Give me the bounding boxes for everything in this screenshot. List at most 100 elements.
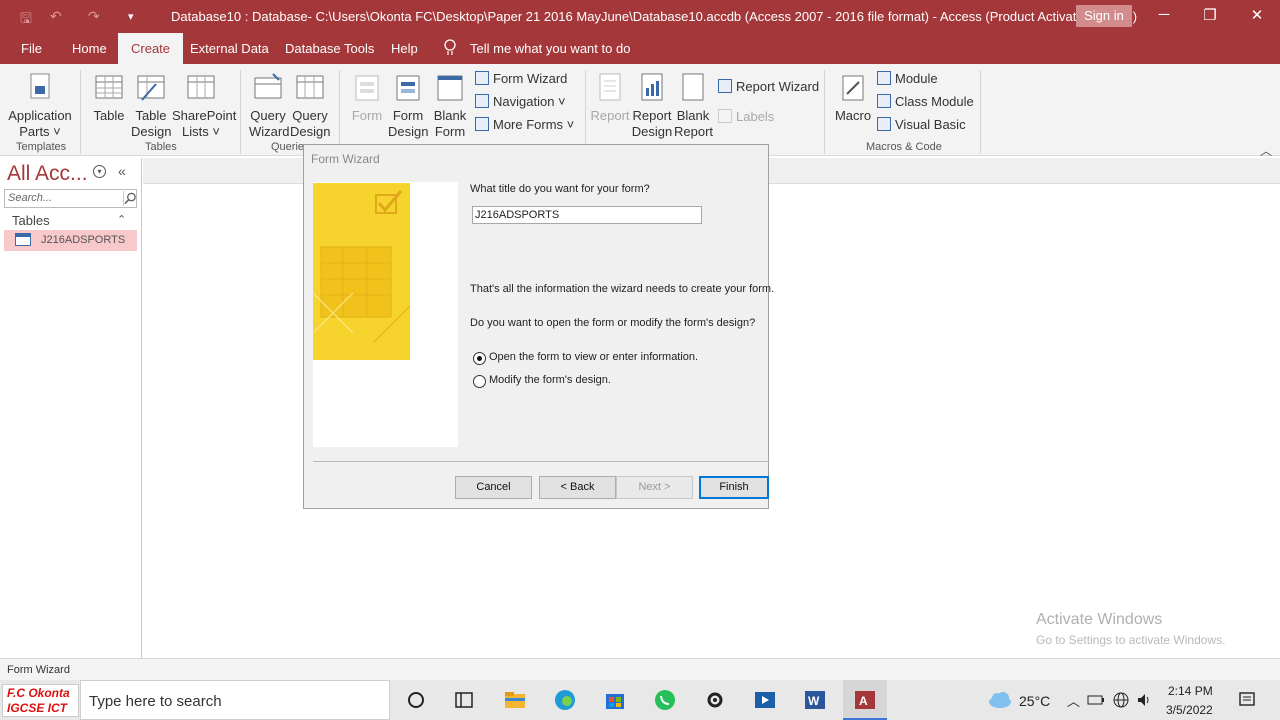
status-text: Form Wizard bbox=[7, 664, 70, 676]
weather-cloud-icon[interactable] bbox=[987, 688, 1013, 712]
application-parts-button[interactable]: Application Parts ˅ bbox=[6, 72, 74, 140]
nav-group-tables[interactable]: Tables bbox=[12, 213, 50, 228]
blank-form-icon bbox=[437, 75, 463, 101]
query-wizard-icon bbox=[254, 73, 282, 99]
wizard-side-panel bbox=[313, 182, 458, 447]
more-forms-button[interactable]: More Forms ˅ bbox=[475, 116, 574, 134]
close-button[interactable]: ✕ bbox=[1247, 6, 1267, 24]
customize-qat-icon[interactable]: ▾ bbox=[128, 10, 134, 23]
weather-temperature[interactable]: 25°C bbox=[1019, 693, 1050, 709]
cancel-button[interactable]: Cancel bbox=[455, 476, 532, 499]
file-explorer-icon[interactable] bbox=[503, 688, 527, 712]
task-view-icon[interactable] bbox=[452, 688, 476, 712]
labels-icon bbox=[718, 109, 732, 123]
sharepoint-lists-button[interactable]: SharePoint Lists ˅ bbox=[172, 72, 236, 140]
word-icon[interactable]: W bbox=[803, 688, 827, 712]
whatsapp-icon[interactable] bbox=[653, 688, 677, 712]
module-icon bbox=[877, 71, 891, 85]
dialog-title: Form Wizard bbox=[311, 152, 380, 166]
form-wizard-icon bbox=[475, 71, 489, 85]
form-button[interactable]: Form bbox=[349, 72, 385, 124]
collapse-group-icon[interactable]: ⌃ bbox=[117, 213, 126, 226]
clock-time[interactable]: 2:14 PM bbox=[1168, 684, 1213, 698]
form-design-button[interactable]: Form Design bbox=[388, 72, 428, 140]
form-title-input[interactable]: J216ADSPORTS bbox=[472, 206, 702, 224]
status-bar: Form Wizard bbox=[0, 658, 1280, 680]
search-icon[interactable] bbox=[123, 191, 137, 206]
nav-pane-header[interactable]: All Acc... bbox=[7, 162, 88, 186]
form-design-icon bbox=[396, 75, 420, 101]
taskbar: F.C Okonta IGCSE ICT Type here to search… bbox=[0, 680, 1280, 720]
form-wizard-button[interactable]: Form Wizard bbox=[475, 70, 567, 88]
microsoft-store-icon[interactable] bbox=[603, 688, 627, 712]
open-form-label[interactable]: Open the form to view or enter informati… bbox=[489, 351, 698, 363]
report-button[interactable]: Report bbox=[590, 72, 630, 124]
tab-home[interactable]: Home bbox=[72, 41, 107, 56]
report-wizard-button[interactable]: Report Wizard bbox=[718, 78, 819, 96]
module-button[interactable]: Module bbox=[877, 70, 938, 88]
form-wizard-dialog: Form Wizard What title do you want for y… bbox=[303, 144, 774, 509]
cortana-icon[interactable] bbox=[404, 688, 428, 712]
svg-text:W: W bbox=[808, 694, 820, 708]
shutter-bar-close-icon[interactable]: « bbox=[118, 163, 126, 179]
tab-help[interactable]: Help bbox=[391, 41, 418, 56]
form-icon bbox=[355, 75, 379, 101]
minimize-button[interactable]: ─ bbox=[1154, 6, 1174, 23]
undo-icon[interactable]: ↶ bbox=[50, 8, 62, 25]
query-design-button[interactable]: Query Design bbox=[290, 72, 330, 140]
visual-basic-button[interactable]: Visual Basic bbox=[877, 116, 966, 134]
class-module-button[interactable]: Class Module bbox=[877, 93, 974, 111]
nav-item-table[interactable]: J216ADSPORTS bbox=[4, 230, 137, 251]
table-design-button[interactable]: Table Design bbox=[131, 72, 171, 140]
macro-button[interactable]: Macro bbox=[834, 72, 872, 124]
edge-browser-icon[interactable] bbox=[553, 688, 577, 712]
settings-gear-icon[interactable] bbox=[703, 688, 727, 712]
lightbulb-icon bbox=[444, 39, 456, 55]
modify-design-radio[interactable] bbox=[473, 375, 486, 388]
ribbon-separator bbox=[824, 70, 825, 154]
tab-file[interactable]: File bbox=[21, 41, 42, 56]
tab-create[interactable]: Create bbox=[118, 33, 184, 64]
blank-form-button[interactable]: Blank Form bbox=[431, 72, 469, 140]
tab-database-tools[interactable]: Database Tools bbox=[285, 41, 374, 56]
query-wizard-button[interactable]: Query Wizard bbox=[249, 72, 289, 140]
redo-icon[interactable]: ↷ bbox=[88, 8, 100, 25]
title-question: What title do you want for your form? bbox=[470, 183, 650, 195]
collapse-ribbon-icon[interactable]: ︿ bbox=[1260, 142, 1272, 159]
group-tables: Tables bbox=[145, 141, 177, 153]
ribbon-separator bbox=[339, 70, 340, 154]
report-design-button[interactable]: Report Design bbox=[631, 72, 673, 140]
clock-date[interactable]: 3/5/2022 bbox=[1166, 703, 1213, 717]
save-icon[interactable]: 🖫 bbox=[20, 8, 32, 32]
network-globe-icon[interactable] bbox=[1112, 691, 1130, 709]
finish-button[interactable]: Finish bbox=[699, 476, 769, 499]
notifications-icon[interactable] bbox=[1238, 691, 1256, 709]
nav-search-input[interactable]: Search... bbox=[4, 189, 137, 208]
battery-icon[interactable] bbox=[1087, 692, 1105, 708]
open-or-modify-question: Do you want to open the form or modify t… bbox=[470, 317, 756, 329]
navigation-button[interactable]: Navigation ˅ bbox=[475, 93, 566, 111]
title-bar: 🖫 ↶ ↷ ▾ Database10 : Database- C:\Users\… bbox=[0, 0, 1280, 33]
next-button[interactable]: Next > bbox=[616, 476, 693, 499]
restore-button[interactable]: ❐ bbox=[1200, 6, 1220, 24]
open-form-radio[interactable] bbox=[473, 352, 486, 365]
blank-report-button[interactable]: Blank Report bbox=[674, 72, 713, 140]
modify-design-label[interactable]: Modify the form's design. bbox=[489, 374, 611, 386]
activate-windows-watermark: Activate Windows bbox=[1036, 611, 1163, 628]
table-button[interactable]: Table bbox=[92, 72, 126, 124]
volume-icon[interactable] bbox=[1136, 691, 1154, 709]
tray-overflow-icon[interactable]: ︿ bbox=[1067, 691, 1080, 710]
tab-external-data[interactable]: External Data bbox=[190, 41, 269, 56]
ribbon-separator bbox=[585, 70, 586, 154]
sign-in-button[interactable]: Sign in bbox=[1076, 5, 1132, 27]
tell-me-search[interactable]: Tell me what you want to do bbox=[470, 41, 630, 56]
labels-button[interactable]: Labels bbox=[718, 108, 774, 126]
access-icon[interactable]: A bbox=[853, 688, 877, 712]
visual-basic-icon bbox=[877, 117, 891, 131]
nav-pane-menu-icon[interactable]: ▾ bbox=[93, 165, 106, 178]
back-button[interactable]: < Back bbox=[539, 476, 616, 499]
media-player-icon[interactable] bbox=[753, 688, 777, 712]
group-templates: Templates bbox=[16, 141, 67, 153]
taskbar-search[interactable]: Type here to search bbox=[80, 680, 390, 720]
macro-icon bbox=[842, 75, 864, 101]
